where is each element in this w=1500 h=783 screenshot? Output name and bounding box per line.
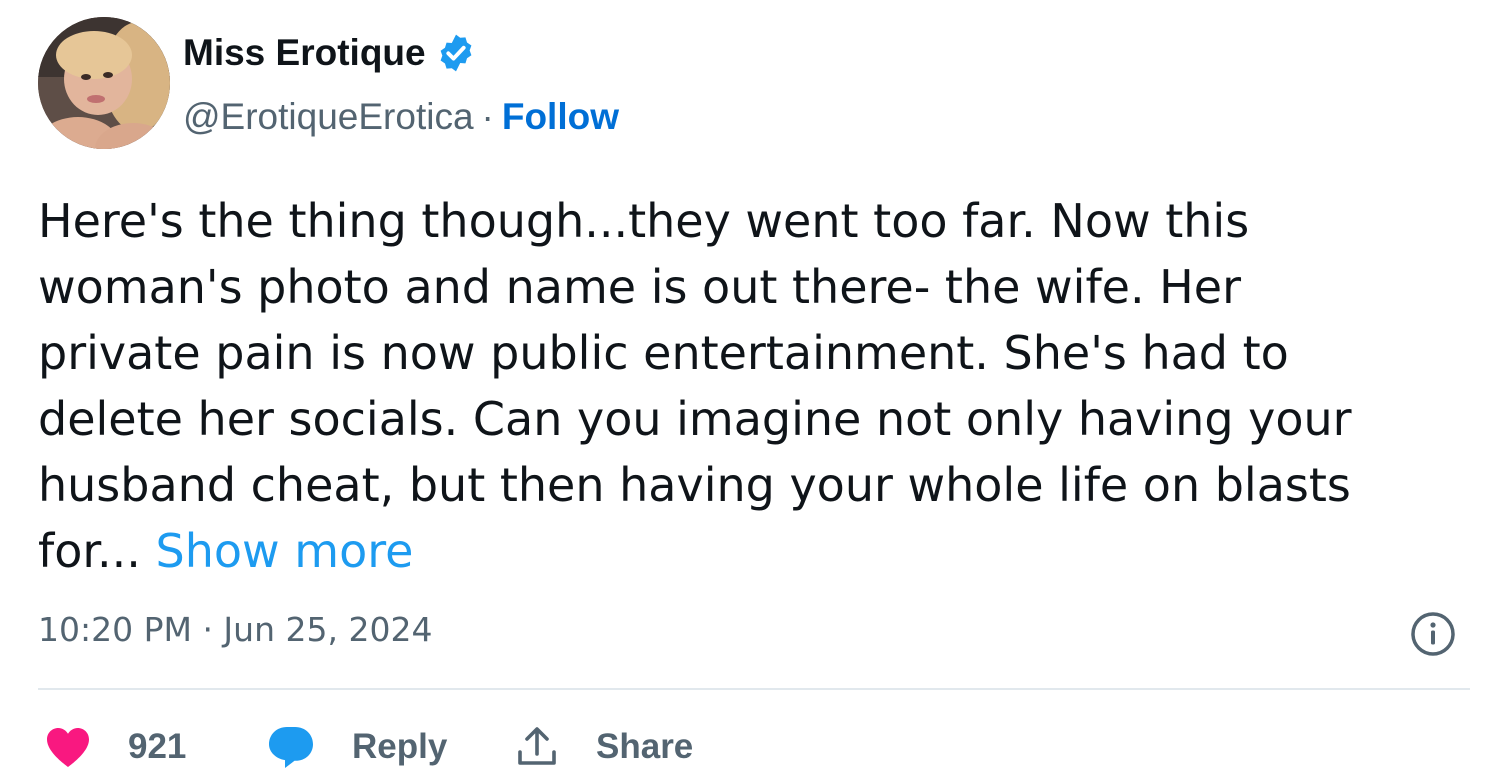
reply-button[interactable]: Reply [266,712,447,782]
separator-dot: · [481,96,494,137]
reply-label: Reply [352,727,448,766]
show-more-link[interactable]: Show more [156,524,414,578]
like-button[interactable]: 921 [44,712,186,782]
share-label: Share [596,727,694,766]
tweet-timestamp[interactable]: 10:20 PM · Jun 25, 2024 [38,610,432,649]
divider [38,688,1470,690]
display-name-row: Miss Erotique [183,28,477,78]
heart-icon [47,728,89,767]
tweet-text-last-line: for... Show more [38,518,1458,584]
upload-arrow-icon [518,727,556,765]
avatar[interactable] [38,17,170,149]
tweet-text-line: delete her socials. Can you imagine not … [38,392,1352,446]
like-count: 921 [128,727,187,766]
tweet-text-line: Here's the thing though...they went too … [38,194,1250,248]
speech-bubble-icon [269,727,313,768]
tweet-text-line: woman's photo and name is out there- the… [38,260,1241,314]
share-button[interactable]: Share [514,712,693,782]
avatar-image [38,17,170,149]
tweet-text-truncated: for... [38,524,141,578]
display-name[interactable]: Miss Erotique [183,32,426,74]
tweet-actions: 921 Reply Share [38,712,1458,782]
verified-badge-icon [435,32,477,74]
tweet-card: Miss Erotique @ErotiqueErotica · Follow … [0,0,1500,783]
handle-row: @ErotiqueErotica · Follow [183,93,619,141]
user-handle[interactable]: @ErotiqueErotica [183,96,474,138]
info-icon[interactable] [1408,609,1458,659]
follow-button[interactable]: Follow [502,96,619,138]
tweet-text-line: husband cheat, but then having your whol… [38,458,1351,512]
tweet-text-line: private pain is now public entertainment… [38,326,1289,380]
tweet-text: Here's the thing though...they went too … [38,188,1458,584]
